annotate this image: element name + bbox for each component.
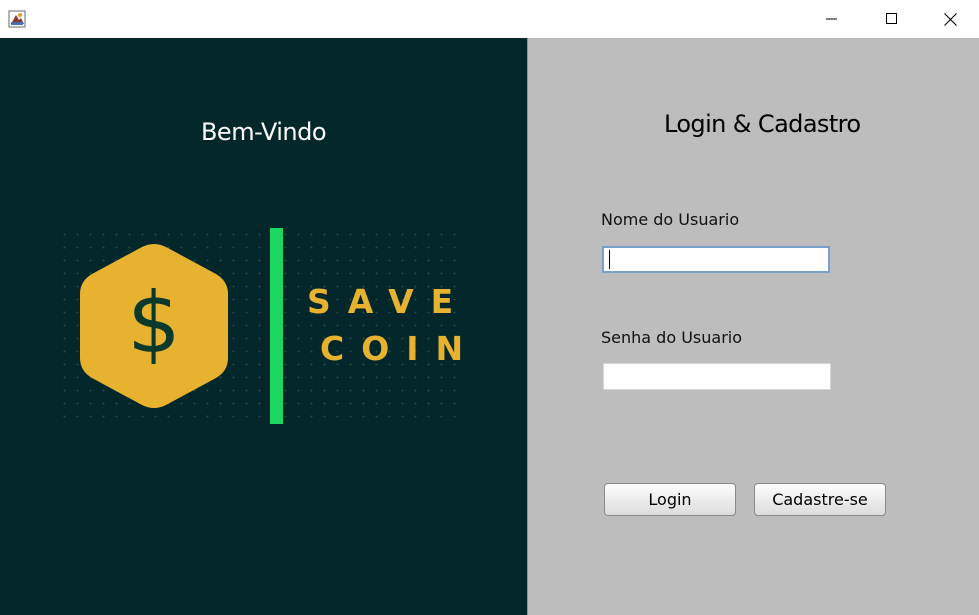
signup-button[interactable]: Cadastre-se (754, 483, 886, 516)
java-app-icon[interactable] (8, 10, 26, 28)
title-bar (0, 0, 979, 39)
login-panel: Login & Cadastro Nome do Usuario Senha d… (528, 38, 979, 615)
password-label: Senha do Usuario (601, 328, 743, 347)
dollar-hexagon-icon: $ (80, 244, 228, 408)
welcome-panel: Bem-Vindo $ SAVE COIN (0, 38, 527, 615)
text-cursor (609, 250, 610, 269)
close-button[interactable] (921, 0, 979, 38)
logo-accent-bar (270, 228, 283, 424)
logo-dollar-symbol: $ (127, 274, 180, 372)
username-input[interactable] (602, 246, 830, 273)
password-input[interactable] (603, 363, 831, 390)
logo-text-coin: COIN (320, 329, 481, 368)
login-button[interactable]: Login (604, 483, 736, 516)
save-coin-logo: $ SAVE COIN (58, 228, 464, 424)
minimize-button[interactable] (803, 0, 861, 38)
welcome-heading: Bem-Vindo (200, 118, 327, 146)
logo-text-save: SAVE (307, 282, 471, 321)
username-label: Nome do Usuario (601, 210, 740, 229)
minimize-icon (826, 18, 837, 20)
maximize-icon (886, 13, 897, 24)
form-title: Login & Cadastro (664, 110, 861, 138)
close-icon (943, 12, 957, 26)
maximize-button[interactable] (863, 0, 921, 38)
